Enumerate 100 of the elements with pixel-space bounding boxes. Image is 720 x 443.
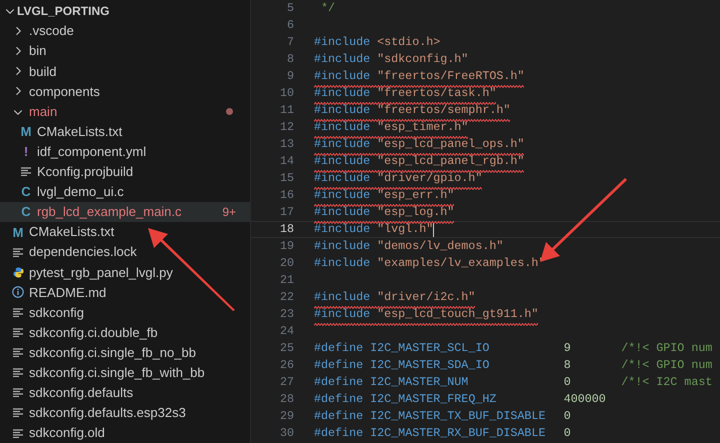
file-item[interactable]: C rgb_lcd_example_main.c 9+	[0, 202, 250, 222]
folder-item[interactable]: build	[0, 61, 250, 82]
lines-icon	[13, 248, 23, 257]
python-icon	[12, 266, 24, 278]
item-label: sdkconfig.ci.double_fb	[29, 324, 159, 342]
item-label: bin	[29, 42, 48, 60]
code-line: #include "freertos/FreeRTOS.h"	[314, 68, 524, 86]
item-label: .vscode	[29, 22, 75, 40]
folder-item[interactable]: components	[0, 81, 250, 102]
line-number: 10	[278, 84, 294, 102]
code-line: #include "freertos/task.h"	[314, 84, 496, 102]
file-item[interactable]: C lvgl_demo_ui.c	[0, 182, 250, 202]
file-item[interactable]: sdkconfig.defaults.esp32s3	[0, 402, 250, 423]
code-line: #define I2C_MASTER_RX_BUF_DISABLE 0	[314, 424, 572, 442]
line-number: 5	[286, 0, 294, 17]
line-number: 26	[278, 356, 294, 374]
file-item[interactable]: sdkconfig.ci.double_fb	[0, 322, 250, 343]
code-line: */	[320, 0, 336, 17]
file-item[interactable]: sdkconfig.ci.single_fb_no_bb	[0, 342, 250, 363]
code-line: #include "esp_err.h"	[314, 186, 454, 204]
item-label: build	[29, 62, 58, 81]
code-line: #include "driver/i2c.h"	[314, 288, 476, 306]
code-line: #include "esp_lcd_panel_rgb.h"	[314, 152, 524, 170]
lines-icon	[13, 328, 23, 338]
file-item[interactable]: sdkconfig.ci.single_fb_with_bb	[0, 362, 250, 383]
file-item[interactable]: sdkconfig.old	[0, 422, 250, 443]
file-item[interactable]: Kconfig.projbuild	[0, 162, 250, 182]
line-number: 11	[278, 102, 294, 119]
line-number: 27	[278, 374, 294, 391]
item-label: sdkconfig.defaults	[29, 384, 134, 402]
code-line: #include <stdio.h>	[314, 34, 440, 51]
line-number: 20	[278, 254, 294, 272]
item-label: idf_component.yml	[37, 142, 148, 161]
item-label: sdkconfig.ci.single_fb_no_bb	[29, 344, 197, 362]
text-cursor	[433, 222, 434, 236]
line-number: 17	[278, 204, 294, 221]
line-number: 25	[278, 340, 294, 357]
file-item[interactable]: ! idf_component.yml	[0, 142, 250, 162]
item-label: sdkconfig.ci.single_fb_with_bb	[29, 364, 206, 382]
lines-icon	[13, 428, 23, 438]
line-number: 28	[278, 390, 294, 408]
code-line: #include "demos/lv_demos.h"	[314, 238, 504, 255]
code-line: #define I2C_MASTER_FREQ_HZ 400000	[314, 390, 607, 408]
line-number: 9	[286, 68, 294, 85]
code-line: #include "esp_lcd_panel_ops.h"	[314, 136, 524, 154]
file-item[interactable]: M CMakeLists.txt	[0, 122, 250, 142]
explorer-root[interactable]: LVGL_PORTING	[0, 1, 250, 22]
line-number: 13	[278, 136, 294, 153]
line-number: 18	[278, 220, 294, 238]
file-item[interactable]: dependencies.lock	[0, 242, 250, 262]
line-number: 23	[278, 306, 294, 323]
item-label: sdkconfig	[29, 304, 85, 322]
line-number: 7	[286, 34, 294, 51]
code-line: #include "examples/lv_examples.h"	[314, 254, 546, 272]
lines-icon	[13, 368, 23, 378]
code-line: #define I2C_MASTER_NUM 0 /*!< I2C mast	[314, 374, 712, 391]
item-label: Kconfig.projbuild	[37, 163, 134, 182]
lines-icon	[13, 308, 23, 317]
item-label: main	[29, 102, 58, 121]
code-line: #define I2C_MASTER_SCL_IO 9 /*!< GPIO num	[314, 340, 712, 357]
line-number: 15	[278, 170, 294, 187]
line-number: 19	[278, 238, 294, 255]
line-number: 22	[278, 288, 294, 306]
code-line: #include "driver/gpio.h"	[314, 170, 482, 188]
line-number: 29	[278, 408, 294, 425]
file-item[interactable]: sdkconfig.defaults	[0, 382, 250, 403]
code-line: #include "esp_log.h"	[314, 204, 454, 222]
problem-count: 9+	[222, 204, 236, 221]
code-line: #include "lvgl.h"	[314, 220, 434, 238]
c-file-icon: C	[20, 185, 32, 198]
line-number: 12	[278, 118, 294, 136]
file-item[interactable]: README.md	[0, 282, 250, 302]
line-number: 14	[278, 152, 294, 170]
item-label: README.md	[29, 284, 108, 302]
item-label: CMakeLists.txt	[37, 122, 124, 141]
lines-icon	[21, 167, 31, 176]
c-file-icon: C	[20, 205, 32, 218]
code-line: #include "freertos/semphr.h"	[314, 102, 510, 120]
lines-icon	[13, 388, 23, 398]
folder-item[interactable]: main	[0, 101, 250, 122]
m-file-icon: M	[20, 125, 32, 138]
item-label: components	[29, 82, 101, 101]
item-label: CMakeLists.txt	[29, 223, 116, 242]
file-item[interactable]: sdkconfig	[0, 302, 250, 322]
folder-item[interactable]: bin	[0, 41, 250, 62]
code-line: #include "esp_timer.h"	[314, 118, 468, 136]
folder-item[interactable]: .vscode	[0, 21, 250, 42]
line-number: 30	[278, 424, 294, 442]
file-item[interactable]: pytest_rgb_panel_lvgl.py	[0, 262, 250, 282]
item-label: rgb_lcd_example_main.c	[37, 203, 183, 222]
code-line: #include "esp_lcd_touch_gt911.h"	[314, 306, 538, 324]
code-line: #define I2C_MASTER_SDA_IO 8 /*!< GPIO num	[314, 356, 712, 374]
lines-icon	[13, 408, 23, 418]
line-number: 24	[278, 322, 294, 340]
item-label: lvgl_demo_ui.c	[37, 183, 125, 202]
exclamation-icon: !	[20, 145, 32, 158]
line-number: 21	[278, 272, 294, 289]
line-number: 16	[278, 186, 294, 204]
item-label: pytest_rgb_panel_lvgl.py	[29, 264, 174, 282]
file-item[interactable]: M CMakeLists.txt	[0, 222, 250, 242]
